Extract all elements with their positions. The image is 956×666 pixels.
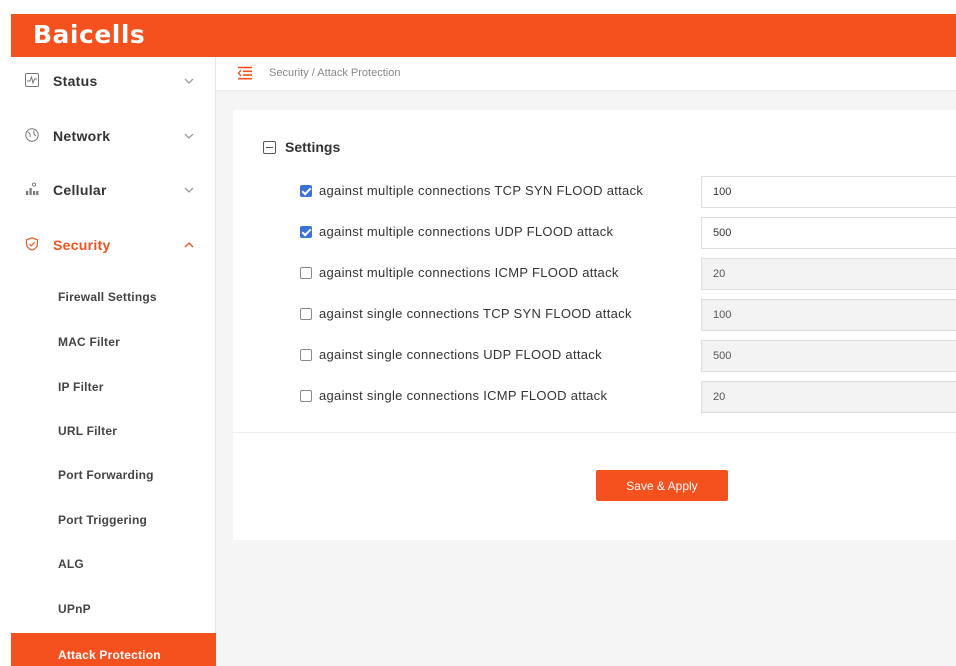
setting-row: against multiple connections UDP FLOOD a… [300, 217, 956, 249]
setting-label: against single connections ICMP FLOOD at… [319, 388, 608, 403]
menu-fold-icon[interactable] [237, 66, 253, 80]
sidebar-item-mac-filter[interactable]: MAC Filter [11, 322, 216, 362]
sidebar-menu-network[interactable]: Network [11, 116, 216, 156]
divider [233, 432, 956, 433]
threshold-input[interactable] [701, 340, 956, 372]
sidebar-item-label: IP Filter [58, 380, 104, 394]
setting-row: against multiple connections TCP SYN FLO… [300, 176, 956, 208]
globe-icon [25, 128, 39, 142]
sidebar-item-label: Firewall Settings [58, 290, 157, 304]
checkbox[interactable] [300, 308, 312, 320]
sidebar-item-label: URL Filter [58, 424, 118, 438]
settings-card: Settings against multiple connections TC… [233, 110, 956, 540]
sidebar-item-ip-filter[interactable]: IP Filter [11, 367, 216, 407]
breadcrumb: Security / Attack Protection [269, 67, 401, 79]
sidebar-item-upnp[interactable]: UPnP [11, 589, 216, 629]
checkbox[interactable] [300, 349, 312, 361]
threshold-input[interactable] [701, 381, 956, 413]
sidebar-menu-label: Status [53, 73, 98, 89]
sidebar-item-label: Attack Protection [58, 648, 161, 662]
sidebar-item-port-forwarding[interactable]: Port Forwarding [11, 455, 216, 495]
sidebar-item-attack-protection[interactable]: Attack Protection [11, 633, 216, 666]
sidebar-menu-label: Cellular [53, 182, 107, 198]
threshold-input[interactable] [701, 217, 956, 249]
sidebar-item-alg[interactable]: ALG [11, 544, 216, 584]
section-title: Settings [285, 139, 341, 155]
save-apply-button[interactable]: Save & Apply [596, 470, 728, 501]
chevron-down-icon [184, 133, 194, 139]
threshold-input[interactable] [701, 299, 956, 331]
chevron-up-icon [184, 242, 194, 248]
activity-icon [25, 73, 39, 87]
setting-label: against multiple connections ICMP FLOOD … [319, 265, 619, 280]
breadcrumb-bar: Security / Attack Protection [216, 57, 956, 91]
collapse-icon[interactable] [263, 140, 276, 154]
chevron-down-icon [184, 187, 194, 193]
checkbox[interactable] [300, 226, 312, 238]
setting-row: against single connections UDP FLOOD att… [300, 340, 956, 372]
sidebar-menu-security[interactable]: Security [11, 225, 216, 265]
signal-bars-icon [26, 182, 39, 195]
setting-row: against single connections TCP SYN FLOOD… [300, 299, 956, 331]
sidebar: Status Network Cellular Security Firewal… [11, 57, 216, 666]
sidebar-item-label: Port Forwarding [58, 468, 154, 482]
chevron-down-icon [184, 78, 194, 84]
sidebar-item-label: UPnP [58, 602, 91, 616]
sidebar-menu-status[interactable]: Status [11, 61, 216, 101]
shield-icon [25, 237, 39, 251]
setting-label: against multiple connections UDP FLOOD a… [319, 224, 614, 239]
top-header-bar: Baicells [11, 14, 956, 57]
setting-row: against single connections ICMP FLOOD at… [300, 381, 956, 413]
threshold-input[interactable] [701, 176, 956, 208]
sidebar-item-label: ALG [58, 557, 84, 571]
checkbox[interactable] [300, 185, 312, 197]
sidebar-item-firewall-settings[interactable]: Firewall Settings [11, 277, 216, 317]
sidebar-item-label: MAC Filter [58, 335, 120, 349]
setting-label: against single connections TCP SYN FLOOD… [319, 306, 632, 321]
sidebar-menu-label: Network [53, 128, 111, 144]
setting-row: against multiple connections ICMP FLOOD … [300, 258, 956, 290]
sidebar-item-port-triggering[interactable]: Port Triggering [11, 500, 216, 540]
checkbox[interactable] [300, 267, 312, 279]
threshold-input[interactable] [701, 258, 956, 290]
sidebar-item-url-filter[interactable]: URL Filter [11, 411, 216, 451]
sidebar-item-label: Port Triggering [58, 513, 148, 527]
setting-label: against multiple connections TCP SYN FLO… [319, 183, 644, 198]
checkbox[interactable] [300, 390, 312, 402]
sidebar-menu-cellular[interactable]: Cellular [11, 170, 216, 210]
section-header: Settings [263, 139, 340, 155]
main-content: Security / Attack Protection Settings ag… [216, 57, 956, 666]
sidebar-menu-label: Security [53, 237, 111, 253]
setting-label: against single connections UDP FLOOD att… [319, 347, 602, 362]
brand-logo: Baicells [33, 20, 146, 49]
